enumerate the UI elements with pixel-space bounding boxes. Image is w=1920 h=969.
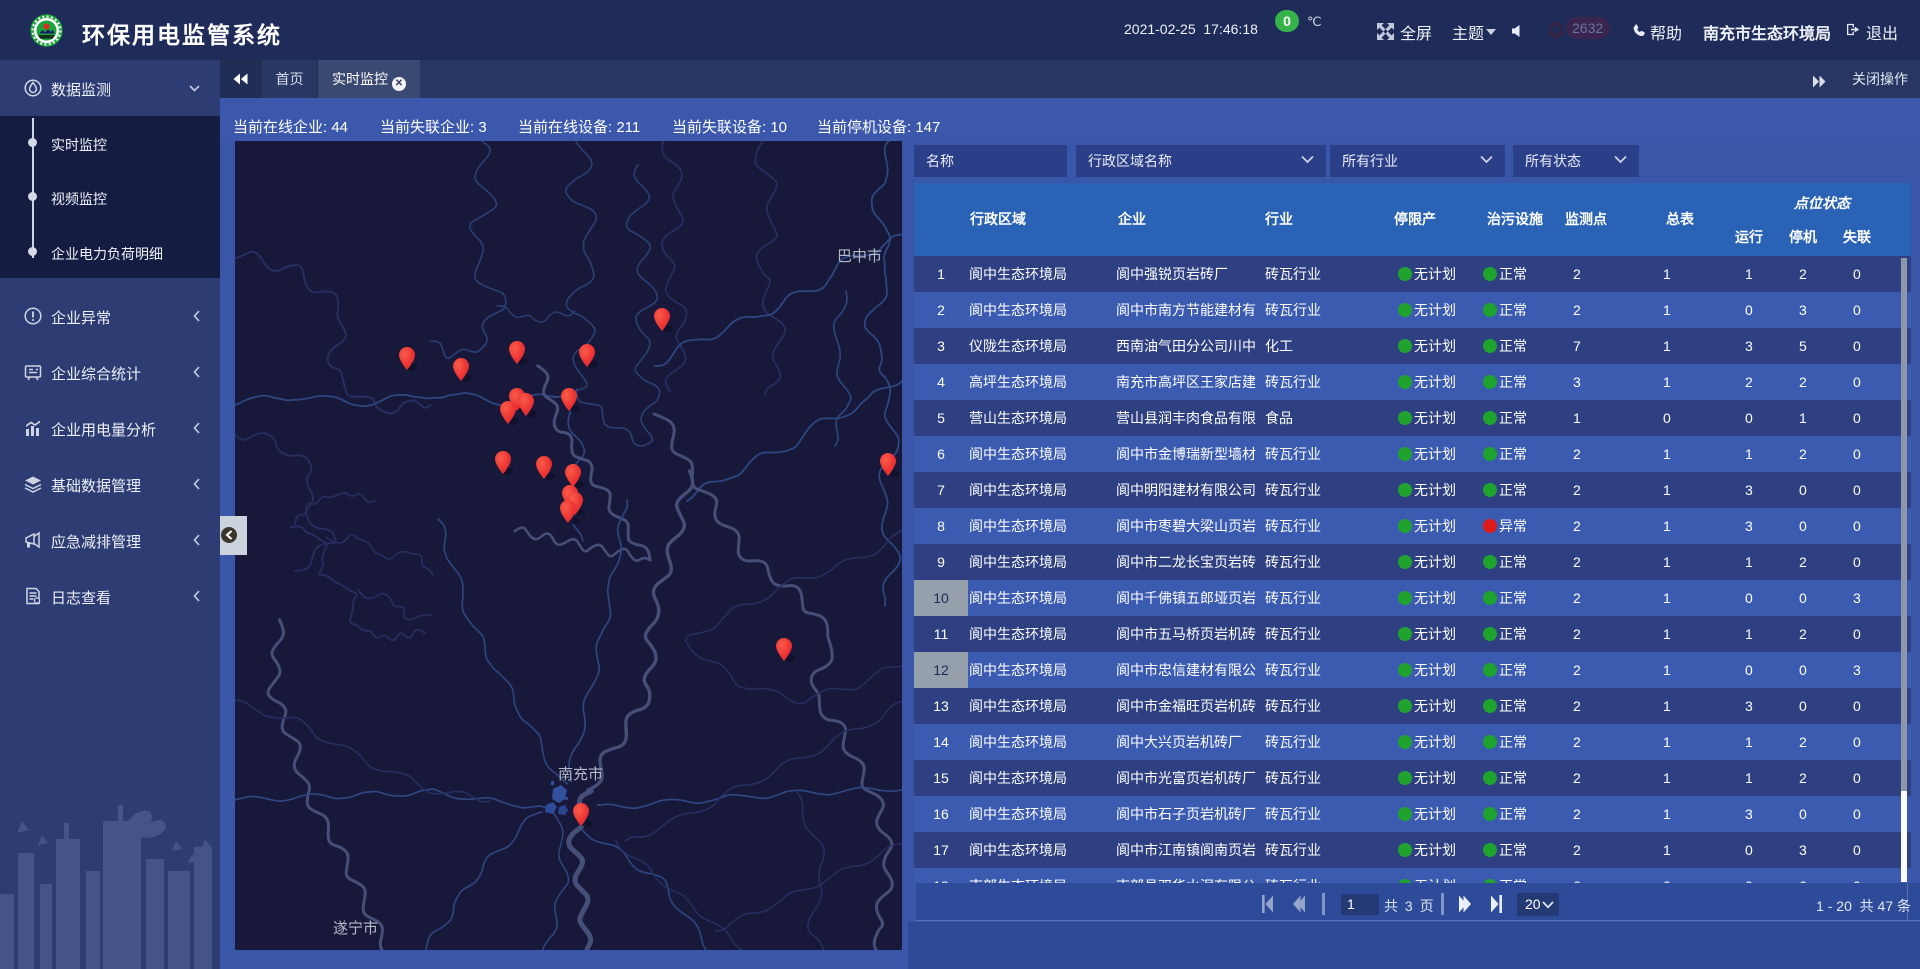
svg-text:遂宁市: 遂宁市 [333,920,378,937]
svg-text:南充市: 南充市 [558,766,603,783]
svg-text:巴中市: 巴中市 [837,248,882,265]
